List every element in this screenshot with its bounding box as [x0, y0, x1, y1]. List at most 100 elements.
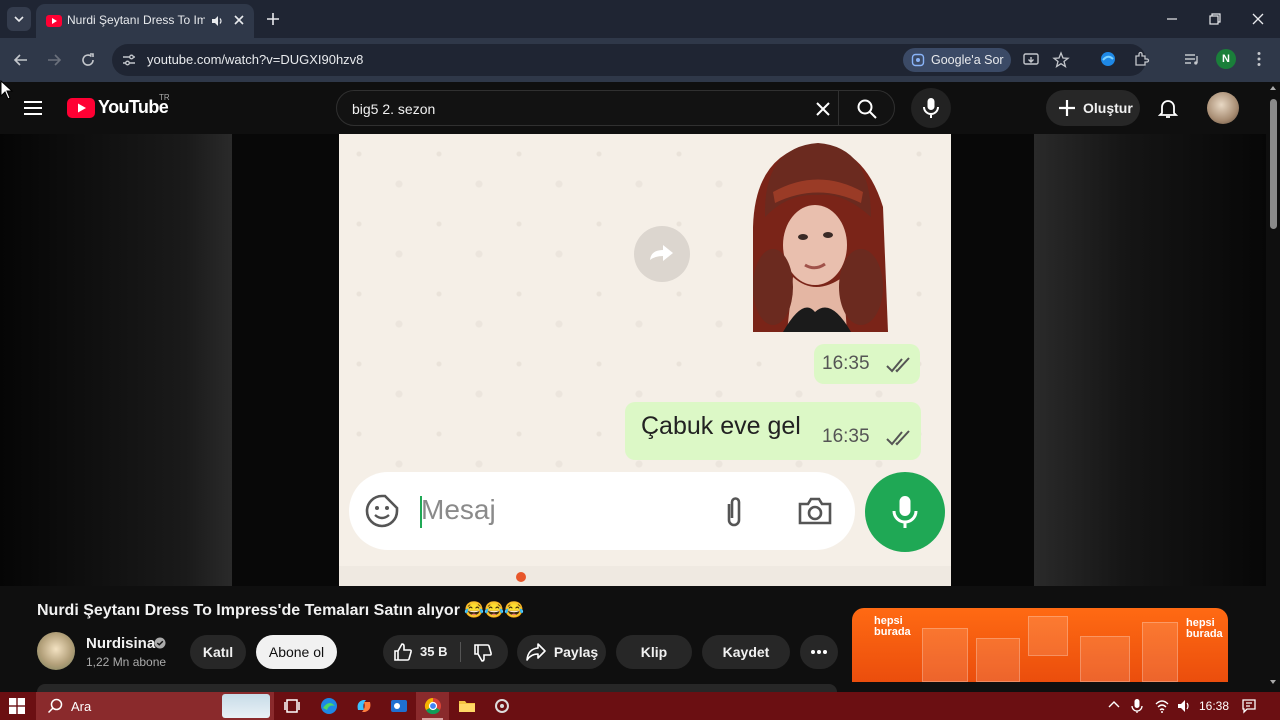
tray-chevron-up-icon[interactable]: [1107, 698, 1121, 712]
channel-name[interactable]: Nurdisina: [86, 635, 155, 652]
clear-search-icon[interactable]: [813, 99, 833, 119]
search-box[interactable]: big5 2. sezon: [336, 90, 895, 126]
new-tab-icon[interactable]: [264, 10, 282, 28]
more-actions-button[interactable]: [800, 635, 838, 669]
edge-browser-icon[interactable]: [319, 696, 339, 716]
video-player[interactable]: 16:35 Çabuk eve gel 16:35 Mesaj: [0, 134, 1266, 586]
hamburger-menu-icon[interactable]: [22, 97, 44, 119]
windows-start-icon[interactable]: [9, 698, 25, 714]
message-text: Çabuk eve gel: [641, 412, 801, 440]
close-window-button[interactable]: [1248, 9, 1268, 29]
reload-button[interactable]: [78, 50, 98, 70]
save-button[interactable]: Kaydet: [702, 635, 790, 669]
url-text[interactable]: youtube.com/watch?v=DUGXI90hzv8: [147, 52, 363, 67]
message-bubble: Çabuk eve gel 16:35: [625, 402, 921, 460]
video-frame-chat-screen: 16:35 Çabuk eve gel 16:35 Mesaj: [339, 134, 951, 586]
google-lens-icon: [911, 53, 925, 67]
share-arrow-icon: [526, 643, 546, 661]
description-box[interactable]: [37, 684, 837, 692]
like-count[interactable]: 35 B: [420, 644, 447, 659]
message-composer: Mesaj: [349, 472, 855, 550]
youtube-header: YouTube TR big5 2. sezon Oluştur: [0, 82, 1280, 134]
youtube-logo-text: YouTube: [98, 97, 169, 117]
page-scrollbar[interactable]: [1266, 82, 1280, 692]
outlook-icon[interactable]: [389, 696, 409, 716]
windows-taskbar: Ara 16:38: [0, 692, 1280, 720]
paperclip-icon: [727, 497, 741, 527]
channel-avatar[interactable]: [37, 632, 75, 670]
share-button[interactable]: Paylaş: [517, 635, 606, 669]
close-tab-icon[interactable]: [232, 13, 246, 27]
file-explorer-icon[interactable]: [457, 696, 477, 716]
more-horizontal-icon: [811, 650, 827, 654]
taskbar-clock[interactable]: 16:38: [1199, 699, 1229, 713]
notifications-bell-icon[interactable]: [1157, 97, 1179, 119]
speaker-icon[interactable]: [210, 14, 224, 28]
save-label: Kaydet: [722, 644, 770, 660]
youtube-play-logo-icon: [67, 97, 95, 118]
ad-brand-logo: hepsi burada: [874, 615, 911, 638]
youtube-logo[interactable]: YouTube TR: [67, 93, 170, 118]
account-avatar[interactable]: [1207, 92, 1239, 124]
ask-google-button[interactable]: Google'a Sor: [903, 48, 1011, 72]
scroll-down-icon: [1270, 680, 1276, 684]
scroll-thumb[interactable]: [1270, 99, 1277, 229]
search-input[interactable]: big5 2. sezon: [352, 101, 435, 117]
letterbox-right: [951, 134, 1034, 586]
voice-search-button[interactable]: [911, 88, 951, 128]
browser-tab[interactable]: Nurdi Şeytanı Dress To Impr: [36, 4, 254, 38]
tab-search-button[interactable]: [7, 7, 31, 31]
mouse-cursor-icon: [0, 80, 14, 100]
region-code: TR: [159, 93, 170, 102]
copilot-icon[interactable]: [354, 696, 374, 716]
chrome-icon[interactable]: [423, 696, 443, 716]
search-divider: [838, 91, 839, 125]
browser-toolbar: youtube.com/watch?v=DUGXI90hzv8 Google'a…: [0, 38, 1280, 82]
wifi-icon[interactable]: [1154, 698, 1170, 714]
thumbs-down-icon[interactable]: [473, 643, 493, 663]
notification-dot: [516, 572, 526, 582]
create-button[interactable]: Oluştur: [1046, 90, 1140, 126]
volume-icon[interactable]: [1176, 698, 1192, 714]
join-button[interactable]: Katıl: [190, 635, 246, 669]
bookmark-star-icon[interactable]: [1052, 51, 1070, 69]
back-button[interactable]: [11, 50, 31, 70]
ad-brand-logo: hepsi burada: [1186, 617, 1223, 640]
sticker-emoji-icon: [365, 494, 399, 528]
app-settings-icon[interactable]: [492, 696, 512, 716]
chevron-down-icon: [14, 16, 24, 23]
ad-box-graphic: [1080, 636, 1130, 682]
minimize-icon: [1167, 18, 1177, 20]
double-check-icon: [886, 357, 910, 373]
ad-info-strip: [852, 682, 1228, 692]
microphone-icon: [923, 98, 939, 118]
sponsored-ad-card[interactable]: hepsi burada hepsi burada: [852, 608, 1228, 692]
video-title: Nurdi Şeytanı Dress To Impress'de Temala…: [37, 602, 525, 619]
edge-extension-icon[interactable]: [1099, 50, 1117, 68]
search-icon: [47, 698, 63, 714]
taskbar-search[interactable]: Ara: [36, 692, 274, 720]
clip-button[interactable]: Klip: [616, 635, 692, 669]
site-settings-icon[interactable]: [121, 52, 137, 68]
kebab-menu-icon[interactable]: [1252, 50, 1266, 68]
forward-button[interactable]: [44, 50, 64, 70]
youtube-favicon-icon: [46, 15, 62, 27]
profile-avatar[interactable]: N: [1216, 49, 1236, 69]
restore-button[interactable]: [1205, 9, 1225, 29]
verified-badge-icon: [154, 637, 166, 649]
subscribe-button[interactable]: Abone ol: [256, 635, 337, 669]
forward-arrow-icon: [650, 245, 673, 261]
notification-center-icon[interactable]: [1241, 698, 1257, 714]
minimize-button[interactable]: [1162, 9, 1182, 29]
microphone-tray-icon[interactable]: [1130, 698, 1144, 714]
address-bar[interactable]: youtube.com/watch?v=DUGXI90hzv8 Google'a…: [112, 44, 1146, 76]
install-app-icon[interactable]: [1022, 51, 1040, 69]
task-view-icon[interactable]: [283, 696, 303, 716]
create-label: Oluştur: [1083, 100, 1133, 116]
search-icon[interactable]: [856, 98, 878, 120]
extensions-puzzle-icon[interactable]: [1133, 50, 1151, 68]
media-controls-icon[interactable]: [1183, 50, 1201, 68]
like-divider: [460, 642, 461, 662]
thumbs-up-icon[interactable]: [393, 642, 413, 662]
camera-icon: [798, 497, 832, 525]
